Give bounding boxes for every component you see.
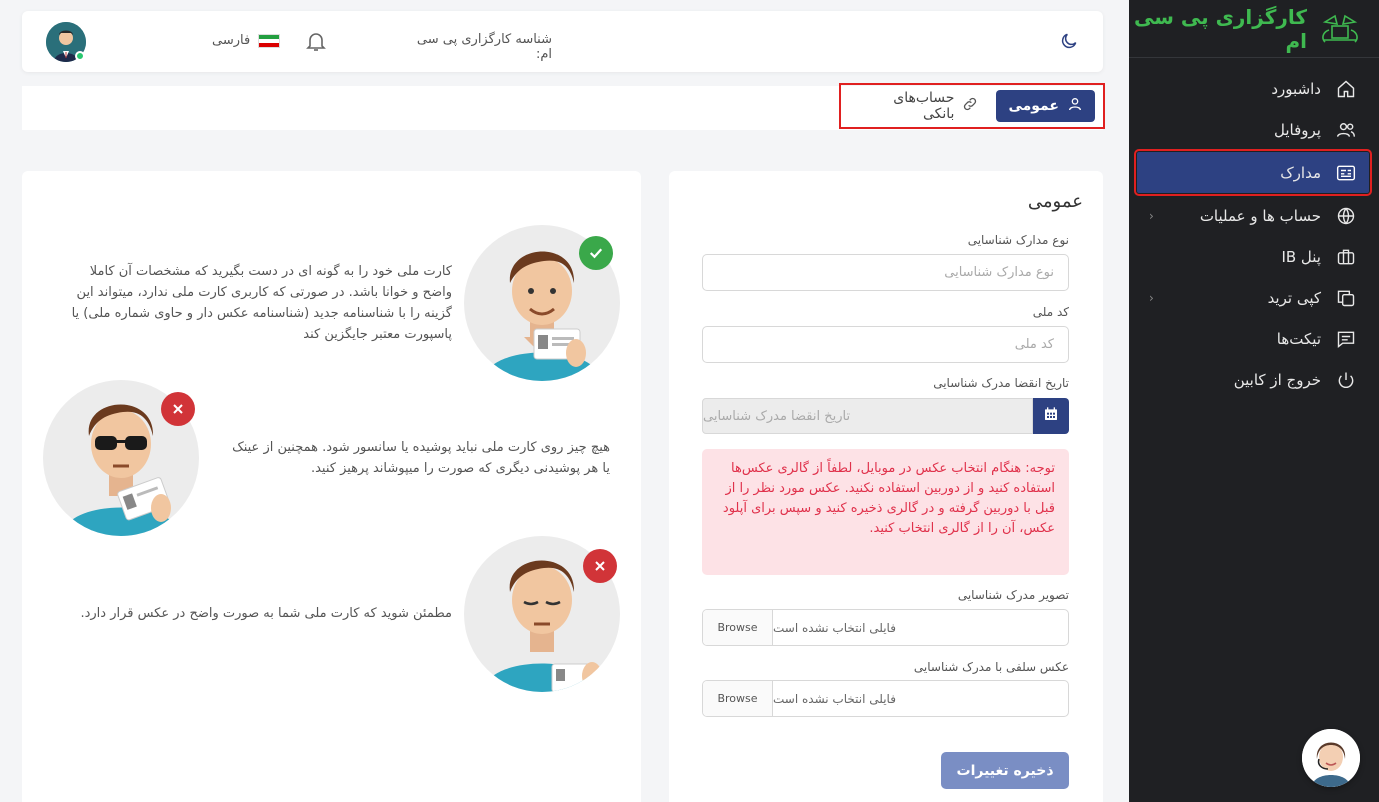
online-status-dot [75,51,85,61]
link-icon [962,96,978,116]
user-icon [1067,96,1083,116]
sidebar-item-label: کپی ترید [1267,288,1321,307]
browse-button[interactable]: Browse [703,681,773,716]
save-changes-button[interactable]: ذخیره تغییرات [941,752,1069,789]
sidebar-item-label: خروج از کابین [1233,370,1321,389]
support-chat-button[interactable] [1302,729,1360,787]
selfie-label: عکس سلفی با مدرک شناسایی [913,660,1069,674]
general-form-card: عمومی نوع مدارک شناسایی نوع مدارک شناسای… [669,171,1103,802]
iran-flag-icon [258,33,281,48]
profile-tabs: حساب‌های بانکی عمومی [839,83,1105,129]
sidebar-item-label: مدارک [1280,163,1321,182]
sidebar-item-accounts[interactable]: حساب ها و عملیات ‹ [1129,195,1379,236]
sidebar-item-logout[interactable]: خروج از کابین [1129,359,1379,400]
doc-type-select[interactable]: نوع مدارک شناسایی [702,254,1069,291]
tab-label: حساب‌های بانکی [893,90,955,122]
briefcase-icon [1335,246,1357,268]
language-selector[interactable]: فارسی [212,33,281,48]
national-code-placeholder: کد ملی [1014,337,1054,352]
chevron-left-icon: ‹ [1149,290,1154,305]
doc-type-placeholder: نوع مدارک شناسایی [944,265,1054,280]
bell-icon[interactable] [304,29,328,57]
expiry-date-field: تاریخ انقضا مدرک شناسایی [702,398,1069,434]
photo-guide-card: کارت ملی خود را به گونه ای در دست بگیرید… [22,171,641,802]
top-header: شناسه کارگزاری پی سی ام: فارسی [22,11,1103,72]
sidebar-item-copy-trade[interactable]: کپی ترید ‹ [1129,277,1379,318]
users-icon [1335,119,1357,141]
tab-general[interactable]: عمومی [996,90,1095,122]
sidebar: کارگزاری پی سی ام داشبورد پروفایل مدارک … [1129,0,1379,802]
national-code-label: کد ملی [1032,305,1069,319]
sidebar-item-tickets[interactable]: تیکت‌ها [1129,318,1379,359]
guide-tip-1: کارت ملی خود را به گونه ای در دست بگیرید… [71,264,452,342]
cross-icon [161,392,195,426]
sidebar-item-documents[interactable]: مدارک [1134,149,1372,196]
sidebar-item-profile[interactable]: پروفایل [1129,109,1379,150]
power-icon [1335,369,1357,391]
guide-tip-2: هیچ چیز روی کارت ملی نباید پوشیده یا سان… [232,440,610,476]
tab-label: عمومی [1008,98,1059,114]
expiry-date-input[interactable]: تاریخ انقضا مدرک شناسایی [702,398,1033,434]
national-code-input[interactable]: کد ملی [702,326,1069,363]
sidebar-item-dashboard[interactable]: داشبورد [1129,68,1379,109]
sidebar-item-label: پنل IB [1281,247,1321,266]
sidebar-item-label: حساب ها و عملیات [1199,206,1321,225]
broker-id-label: شناسه کارگزاری پی سی ام: [416,32,552,62]
calendar-icon [1043,406,1059,426]
check-icon [579,236,613,270]
doc-type-label: نوع مدارک شناسایی [967,233,1069,247]
sidebar-item-label: تیکت‌ها [1276,329,1321,348]
guide-tip-3: مطمئن شوید که کارت ملی شما به صورت واضح … [80,606,452,621]
sidebar-item-label: پروفایل [1274,120,1321,139]
browse-button[interactable]: Browse [703,610,773,645]
mobile-upload-alert: توجه: هنگام انتخاب عکس در موبایل، لطفاً … [702,449,1069,575]
cross-icon [583,549,617,583]
message-icon [1335,328,1357,350]
brand[interactable]: کارگزاری پی سی ام [1129,0,1379,58]
chevron-left-icon: ‹ [1149,208,1154,223]
sidebar-item-label: داشبورد [1271,79,1321,98]
doc-image-label: تصویر مدرک شناسایی [957,588,1069,602]
expiry-date-placeholder: تاریخ انقضا مدرک شناسایی [703,408,851,424]
home-icon [1335,78,1357,100]
expiry-date-label: تاریخ انقضا مدرک شناسایی [933,376,1069,390]
id-card-icon [1335,162,1357,184]
tab-bank-accounts[interactable]: حساب‌های بانکی [849,90,990,122]
language-label: فارسی [212,33,251,48]
selfie-upload[interactable]: Browse فایلی انتخاب نشده است [702,680,1069,717]
form-title: عمومی [1027,191,1083,212]
sidebar-item-ib-panel[interactable]: پنل IB [1129,236,1379,277]
sidebar-nav: داشبورد پروفایل مدارک حساب ها و عملیات ‹… [1129,58,1379,400]
moon-icon[interactable] [1059,31,1079,55]
pcm-logo-icon [1317,10,1363,48]
brand-name: کارگزاری پی سی ام [1134,4,1307,53]
copy-icon [1335,287,1357,309]
no-file-text: فایلی انتخاب نشده است [773,691,896,706]
no-file-text: فایلی انتخاب نشده است [773,620,896,635]
doc-image-upload[interactable]: Browse فایلی انتخاب نشده است [702,609,1069,646]
calendar-button[interactable] [1033,398,1069,434]
globe-icon [1335,205,1357,227]
